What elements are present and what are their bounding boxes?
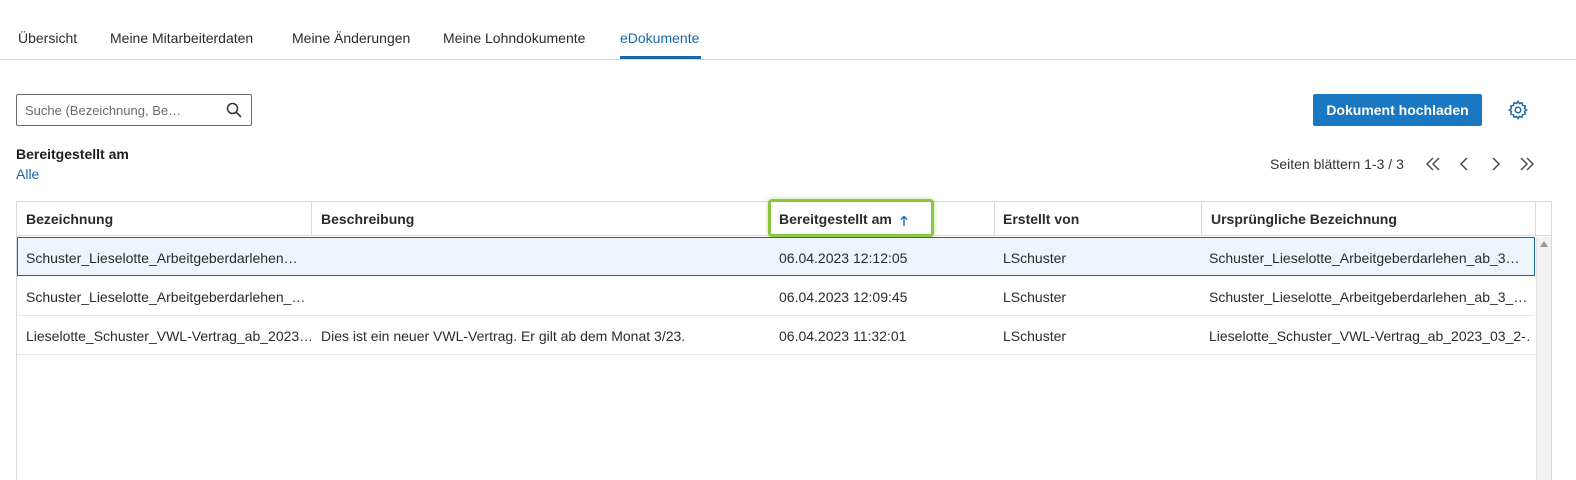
- tab-uebersicht[interactable]: Übersicht: [18, 30, 77, 46]
- search-input[interactable]: [25, 101, 221, 119]
- cell-bereitgestellt: 06.04.2023 11:32:01: [779, 328, 907, 344]
- search-icon[interactable]: [226, 102, 242, 118]
- column-header-beschreibung[interactable]: Beschreibung: [312, 202, 769, 236]
- column-header-erstellt-von[interactable]: Erstellt von: [995, 202, 1202, 236]
- cell-urspruengliche-bezeichnung: Lieselotte_Schuster_VWL-Vertrag_ab_2023_…: [1209, 328, 1529, 344]
- active-tab-indicator: [620, 56, 701, 59]
- cell-bezeichnung: Schuster_Lieselotte_Arbeitgeberdarlehen_…: [26, 289, 306, 305]
- column-header-label: Bezeichnung: [26, 211, 114, 227]
- prev-page-icon[interactable]: [1453, 153, 1475, 175]
- tab-edokumente[interactable]: eDokumente: [620, 30, 699, 46]
- cell-erstellt-von: LSchuster: [1003, 289, 1067, 305]
- column-header-label: Erstellt von: [1003, 211, 1080, 227]
- column-header-label: Beschreibung: [321, 211, 415, 227]
- cell-beschreibung: Dies ist ein neuer VWL-Vertrag. Er gilt …: [321, 328, 686, 344]
- cell-bereitgestellt: 06.04.2023 12:12:05: [779, 250, 908, 266]
- scroll-up-icon[interactable]: [1540, 241, 1548, 247]
- table-row[interactable]: Schuster_Lieselotte_Arbeitgeberdarlehen……: [17, 237, 1535, 276]
- cell-urspruengliche-bezeichnung: Schuster_Lieselotte_Arbeitgeberdarlehen_…: [1209, 289, 1528, 305]
- tab-meine-mitarbeiterdaten[interactable]: Meine Mitarbeiterdaten: [110, 30, 253, 46]
- cell-erstellt-von: LSchuster: [1003, 328, 1067, 344]
- cell-urspruengliche-bezeichnung: Schuster_Lieselotte_Arbeitgeberdarlehen_…: [1209, 250, 1520, 266]
- cell-bereitgestellt: 06.04.2023 12:09:45: [779, 289, 908, 305]
- table-scrollbar[interactable]: [1536, 237, 1551, 480]
- filter-label: Bereitgestellt am: [16, 146, 129, 162]
- upload-document-button[interactable]: Dokument hochladen: [1313, 94, 1482, 126]
- tab-meine-lohndokumente[interactable]: Meine Lohndokumente: [443, 30, 585, 46]
- search-box[interactable]: [16, 94, 252, 126]
- cell-erstellt-von: LSchuster: [1003, 250, 1067, 266]
- filter-value-link[interactable]: Alle: [16, 166, 39, 182]
- sort-ascending-icon[interactable]: [900, 215, 908, 226]
- column-header-bereitgestellt[interactable]: Bereitgestellt am: [769, 202, 995, 236]
- first-page-icon[interactable]: [1422, 153, 1444, 175]
- table-row[interactable]: Lieselotte_Schuster_VWL-Vertrag_ab_2023……: [17, 316, 1535, 355]
- cell-bezeichnung: Schuster_Lieselotte_Arbeitgeberdarlehen…: [26, 250, 298, 266]
- table-row[interactable]: Schuster_Lieselotte_Arbeitgeberdarlehen_…: [17, 277, 1535, 316]
- column-header-label: Bereitgestellt am: [779, 211, 892, 227]
- next-page-icon[interactable]: [1485, 153, 1507, 175]
- tab-meine-aenderungen[interactable]: Meine Änderungen: [292, 30, 410, 46]
- cell-bezeichnung: Lieselotte_Schuster_VWL-Vertrag_ab_2023…: [26, 328, 311, 344]
- column-header-urspruengliche-bezeichnung[interactable]: Ursprüngliche Bezeichnung: [1202, 202, 1536, 236]
- pagination-info: Seiten blättern 1-3 / 3: [1270, 156, 1404, 172]
- table-header: Bezeichnung Beschreibung Bereitgestellt …: [17, 199, 1551, 237]
- gear-icon[interactable]: [1507, 99, 1529, 121]
- column-header-label: Ursprüngliche Bezeichnung: [1211, 211, 1397, 227]
- documents-table: Bezeichnung Beschreibung Bereitgestellt …: [16, 199, 1552, 480]
- column-header-bezeichnung[interactable]: Bezeichnung: [17, 202, 312, 236]
- tab-bar: Übersicht Meine Mitarbeiterdaten Meine Ä…: [0, 0, 1576, 60]
- last-page-icon[interactable]: [1516, 153, 1538, 175]
